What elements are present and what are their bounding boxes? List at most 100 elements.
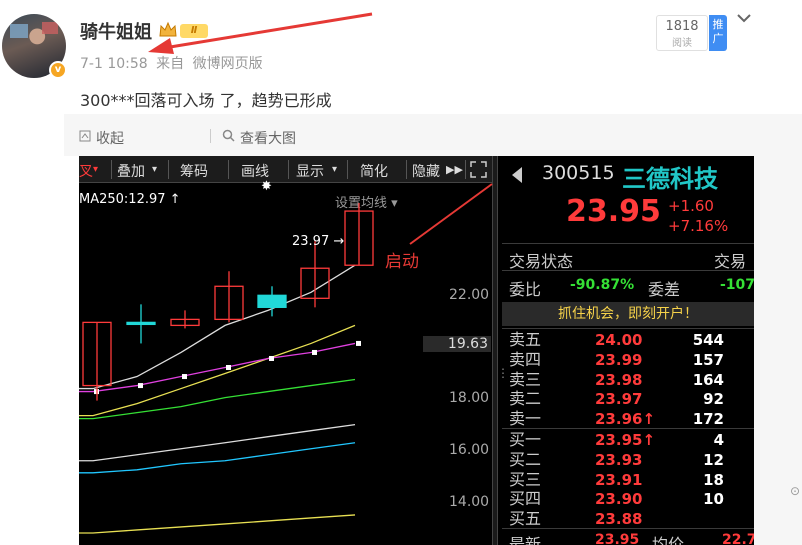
buy-row[interactable]: 买五 23.88	[502, 509, 754, 529]
weicha-label: 委差	[648, 280, 681, 299]
ma-line-5	[79, 442, 356, 474]
ma-line-0	[79, 264, 356, 390]
candle	[344, 202, 374, 266]
buy-volume: 18	[703, 470, 724, 489]
chevron-down-icon[interactable]	[736, 10, 752, 26]
candle-body	[126, 321, 156, 326]
buy-volume: 4	[713, 431, 724, 449]
divider	[502, 270, 754, 271]
sell-row[interactable]: 卖四 23.99 157	[502, 350, 754, 370]
candle	[170, 310, 200, 329]
divider	[502, 243, 754, 244]
post-text: 300***回落可入场 了，趋势已形成	[80, 91, 332, 110]
sell-volume: 164	[692, 370, 724, 389]
collapse-button[interactable]: 收起	[96, 128, 124, 148]
price-change: +1.60	[668, 197, 714, 215]
collapse-left-icon[interactable]	[512, 167, 522, 183]
sell-volume: 92	[703, 390, 724, 409]
read-count-label: 阅读	[672, 38, 692, 49]
promo-banner[interactable]: 抓住机会，即刻开户！	[502, 302, 754, 326]
ma-point	[226, 365, 231, 371]
sell-level-label: 卖一	[509, 409, 542, 429]
image-action-bar: 收起 查看大图	[64, 114, 802, 156]
sell-price: 24.00	[595, 331, 643, 349]
buy-volume: 10	[703, 490, 724, 509]
ma-line-1	[79, 324, 356, 417]
ma-line-4	[79, 424, 356, 462]
post-time[interactable]: 7-1 10:58	[80, 56, 148, 72]
buy-level-label: 买一	[509, 430, 542, 449]
buy-row[interactable]: 买三 23.91 18	[502, 470, 754, 490]
ma-point	[269, 355, 274, 361]
view-large-button[interactable]: 查看大图	[240, 128, 296, 148]
divider	[502, 428, 754, 429]
sell-volume: 157	[692, 350, 724, 369]
ma-line-6	[79, 514, 356, 534]
y-tick-label: 16.00	[449, 442, 490, 458]
collapse-icon	[79, 130, 91, 142]
sell-price: 23.97	[595, 390, 643, 409]
stock-price: 23.95	[566, 194, 661, 229]
weibi-value: -90.87%	[570, 277, 635, 293]
current-price-value: 23.97	[292, 234, 330, 249]
sell-row[interactable]: 卖三 23.98 164	[502, 370, 754, 390]
sell-price: 23.98	[595, 370, 643, 389]
avatar-detail	[42, 22, 58, 34]
buy-price: 23.88	[595, 510, 643, 529]
candle	[126, 304, 156, 344]
y-tick-label-highlight: 19.63	[423, 336, 491, 352]
red-arrow-icon	[409, 183, 493, 245]
candle-body	[257, 294, 287, 308]
candle	[300, 241, 330, 308]
buy-row[interactable]: 买一 23.95↑ 4	[502, 430, 754, 450]
divider	[502, 328, 754, 329]
buy-level-label: 买四	[509, 489, 542, 509]
promote-button[interactable]: 推广	[709, 15, 727, 51]
buy-price: 23.91	[595, 470, 643, 489]
ma-point	[356, 340, 361, 346]
ma-point	[138, 383, 143, 389]
buy-price: 23.95↑	[595, 431, 656, 449]
divider	[210, 129, 211, 143]
sell-row[interactable]: 卖二 23.97 92	[502, 389, 754, 409]
price-change-pct: +7.16%	[668, 217, 729, 235]
sell-row[interactable]: 卖一 23.96↑ 172	[502, 409, 754, 429]
status-label: 交易状态	[509, 252, 574, 271]
latest-label: 最新	[509, 535, 542, 545]
sell-price: 23.99	[595, 350, 643, 369]
sell-volume: 172	[692, 410, 724, 429]
avatar-detail	[10, 24, 28, 38]
current-price-label: 23.97 →	[292, 234, 345, 249]
avg-value: 22.7	[722, 532, 754, 545]
sell-level-label: 卖三	[509, 369, 542, 389]
star-marker-icon: ✸	[261, 179, 272, 194]
read-count: 1818 阅读	[656, 15, 708, 51]
avg-label: 均价	[652, 535, 685, 545]
buy-row[interactable]: 买四 23.90 10	[502, 489, 754, 509]
buy-level-label: 买五	[509, 509, 542, 529]
sell-level-label: 卖五	[509, 330, 542, 349]
search-icon	[222, 129, 235, 142]
status-label-2: 交易	[714, 252, 747, 271]
y-tick-label: 18.00	[449, 390, 490, 406]
sell-level-label: 卖二	[509, 389, 542, 409]
arrow-annotation-icon	[148, 12, 373, 54]
sell-level-label: 卖四	[509, 349, 542, 369]
weibi-label: 委比	[509, 280, 542, 299]
quote-panel: 300515 三德科技 23.95 +1.60 +7.16% 交易状态 交易 委…	[502, 156, 754, 545]
buy-row[interactable]: 买二 23.93 12	[502, 450, 754, 470]
sell-row[interactable]: 卖五 24.00 544	[502, 330, 754, 350]
weicha-value: -107	[720, 277, 754, 293]
stock-code: 300515	[542, 162, 615, 184]
buy-price: 23.93	[595, 450, 643, 469]
candle	[214, 271, 244, 323]
ma-point	[312, 349, 317, 355]
buy-price: 23.90	[595, 490, 643, 509]
buy-level-label: 买二	[509, 449, 542, 469]
y-tick-label: 22.00	[449, 287, 490, 303]
stock-name: 三德科技	[622, 165, 718, 193]
divider	[502, 528, 754, 529]
buy-volume: 12	[703, 450, 724, 469]
verified-badge-icon: v	[49, 61, 67, 79]
sell-price: 23.96↑	[595, 410, 656, 429]
